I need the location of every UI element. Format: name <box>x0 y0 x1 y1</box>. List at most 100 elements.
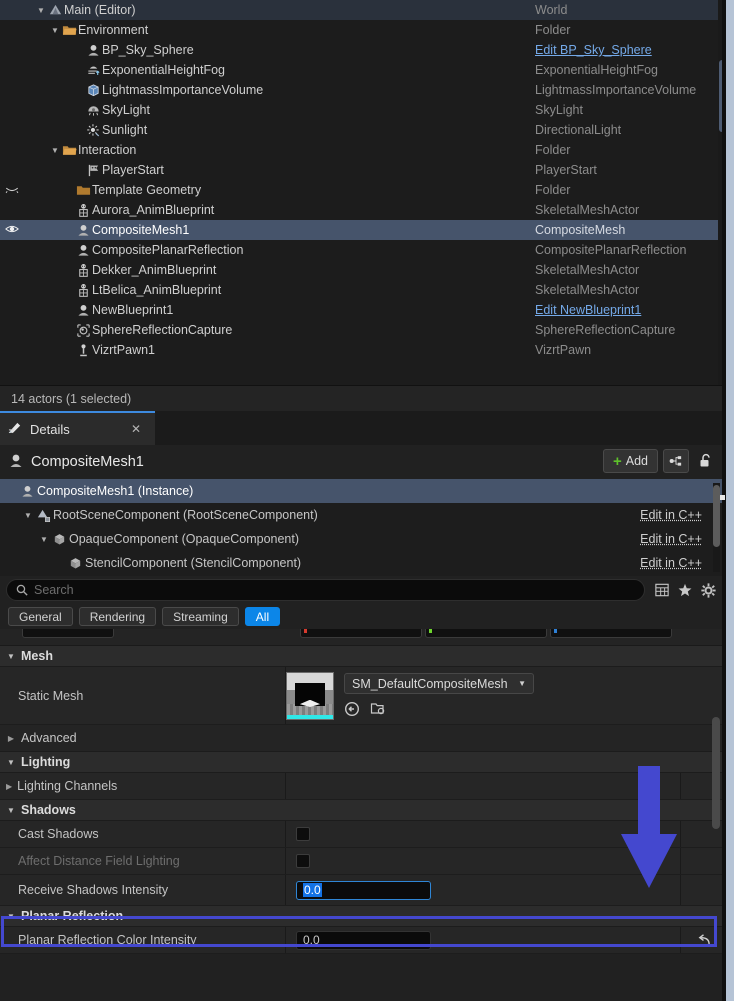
outliner-row[interactable]: CompositePlanarReflectionCompositePlanar… <box>0 240 726 260</box>
chevron-down-icon: ▼ <box>6 806 16 815</box>
outliner-row[interactable]: NewBlueprint1Edit NewBlueprint1 <box>0 300 726 320</box>
outliner-row[interactable]: Template GeometryFolder <box>0 180 726 200</box>
outliner-row[interactable]: Aurora_AnimBlueprintSkeletalMeshActor <box>0 200 726 220</box>
clipped-combo-stub[interactable] <box>22 629 114 638</box>
edit-in-cpp-link[interactable]: Edit in C++ <box>640 556 702 570</box>
component-tree-row[interactable]: StencilComponent (StencilComponent)Edit … <box>0 551 726 575</box>
planar-reflection-color-intensity-label: Planar Reflection Color Intensity <box>0 927 285 953</box>
outliner-row[interactable]: SunlightDirectionalLight <box>0 120 726 140</box>
folder-closed-icon <box>76 183 91 198</box>
outliner-row-label: CompositeMesh1 <box>92 223 189 237</box>
edit-in-cpp-link[interactable]: Edit in C++ <box>640 532 702 546</box>
mesh-icon <box>50 532 69 547</box>
settings-gear-icon[interactable] <box>701 583 716 598</box>
eye-open-icon <box>5 222 19 236</box>
playerstart-icon <box>84 163 102 178</box>
blueprint-graph-button[interactable] <box>663 449 689 473</box>
chevron-down-icon[interactable]: ▼ <box>36 6 46 15</box>
static-mesh-thumbnail[interactable] <box>286 672 334 720</box>
filter-tab-general[interactable]: General <box>8 607 73 626</box>
section-header-advanced[interactable]: ▶ Advanced <box>0 725 726 752</box>
planar-reflection-color-intensity-input[interactable]: 0.0 <box>296 931 431 950</box>
outliner-row-label: PlayerStart <box>102 163 164 177</box>
component-tree-scrollbar-thumb[interactable] <box>713 485 720 547</box>
clipped-x-field[interactable] <box>300 629 422 638</box>
receive-shadows-intensity-input[interactable]: 0.0 <box>296 881 431 900</box>
skeletalmesh-icon <box>76 203 91 218</box>
outliner-row[interactable]: SkyLightSkyLight <box>0 100 726 120</box>
outliner-row[interactable]: ▼Main (Editor)World <box>0 0 726 20</box>
filter-tab-rendering[interactable]: Rendering <box>79 607 156 626</box>
affect-distance-field-lighting-checkbox[interactable] <box>296 854 310 868</box>
eye-closed-icon[interactable] <box>2 182 22 199</box>
outliner-row[interactable]: ExponentialHeightFogExponentialHeightFog <box>0 60 726 80</box>
component-tree-label: RootSceneComponent (RootSceneComponent) <box>53 508 318 522</box>
outliner-row-type: ExponentialHeightFog <box>535 60 658 80</box>
chevron-down-icon[interactable]: ▼ <box>38 535 50 544</box>
grid-view-icon[interactable] <box>655 583 669 597</box>
property-list-scrollbar-thumb[interactable] <box>712 717 720 829</box>
eye-open-icon[interactable] <box>2 222 22 239</box>
outliner-row[interactable]: VizrtPawn1VizrtPawn <box>0 340 726 360</box>
close-icon[interactable]: ✕ <box>131 422 141 436</box>
window-edge-marker <box>720 495 725 500</box>
section-header-planar-reflection[interactable]: ▼ Planar Reflection <box>0 906 726 927</box>
static-mesh-dropdown[interactable]: SM_DefaultCompositeMesh ▼ <box>344 673 534 694</box>
outliner-row[interactable]: SphereReflectionCaptureSphereReflectionC… <box>0 320 726 340</box>
component-tree-scrollbar[interactable] <box>713 483 720 572</box>
filter-tab-streaming[interactable]: Streaming <box>162 607 239 626</box>
property-list-scrollbar[interactable] <box>712 629 720 973</box>
filter-tab-all[interactable]: All <box>245 607 280 626</box>
chevron-down-icon[interactable]: ▼ <box>22 511 34 520</box>
actor-icon <box>84 43 102 58</box>
outliner-row-type[interactable]: Edit BP_Sky_Sphere <box>535 40 652 60</box>
section-header-shadows[interactable]: ▼ Shadows <box>0 800 726 821</box>
chevron-down-icon: ▼ <box>6 652 16 661</box>
cast-shadows-checkbox[interactable] <box>296 827 310 841</box>
search-placeholder: Search <box>34 583 74 597</box>
chevron-down-icon[interactable]: ▼ <box>50 146 60 155</box>
outliner-row[interactable]: LtBelica_AnimBlueprint SkeletalMeshActor <box>0 280 726 300</box>
component-tree-label: OpaqueComponent (OpaqueComponent) <box>69 532 299 546</box>
clipped-y-field[interactable] <box>425 629 547 638</box>
outliner-row-type: SkeletalMeshActor <box>535 280 639 300</box>
use-selected-asset-icon[interactable] <box>370 701 386 717</box>
outliner-row-label: LtBelica_AnimBlueprint <box>92 283 221 297</box>
clipped-vector-row <box>0 629 726 646</box>
search-icon <box>16 584 28 596</box>
property-row-lighting-channels[interactable]: ▶ Lighting Channels <box>0 773 726 800</box>
chevron-down-icon: ▼ <box>6 758 16 767</box>
plus-icon: + <box>613 454 622 469</box>
outliner-row[interactable]: CompositeMesh1CompositeMesh <box>0 220 726 240</box>
component-tree-row[interactable]: CompositeMesh1 (Instance) <box>0 479 726 503</box>
outliner-row[interactable]: Dekker_AnimBlueprintSkeletalMeshActor <box>0 260 726 280</box>
section-header-lighting[interactable]: ▼ Lighting <box>0 752 726 773</box>
outliner-row[interactable]: ▼EnvironmentFolder <box>0 20 726 40</box>
add-component-button[interactable]: + Add <box>603 449 658 473</box>
browse-to-asset-icon[interactable] <box>344 701 360 717</box>
outliner-row-type: SkeletalMeshActor <box>535 200 639 220</box>
outliner-row[interactable]: LightmassImportanceVolumeLightmassImport… <box>0 80 726 100</box>
reset-to-default-icon[interactable] <box>696 933 711 947</box>
component-tree-row[interactable]: ▼ RootSceneComponent (RootSceneComponent)… <box>0 503 726 527</box>
lock-toggle-button[interactable] <box>694 449 718 473</box>
folder-open-icon <box>60 23 78 38</box>
outliner-row[interactable]: BP_Sky_SphereEdit BP_Sky_Sphere <box>0 40 726 60</box>
outliner-row-type[interactable]: Edit NewBlueprint1 <box>535 300 641 320</box>
tab-details[interactable]: Details ✕ <box>0 411 155 445</box>
clipped-z-field[interactable] <box>550 629 672 638</box>
edit-in-cpp-link[interactable]: Edit in C++ <box>640 508 702 522</box>
chevron-down-icon[interactable]: ▼ <box>50 26 60 35</box>
search-input[interactable]: Search <box>6 579 645 601</box>
component-tree-row[interactable]: ▼ OpaqueComponent (OpaqueComponent) Edit i… <box>0 527 726 551</box>
favorites-star-icon[interactable] <box>678 583 692 597</box>
details-panel: Details ✕ CompositeMesh1 + Add <box>0 411 726 1001</box>
outliner-actor-count: 14 actors (1 selected) <box>11 392 131 406</box>
folder-open-icon <box>62 143 77 158</box>
playerstart-icon <box>86 163 101 178</box>
section-header-mesh[interactable]: ▼ Mesh <box>0 646 726 667</box>
outliner-row[interactable]: PlayerStartPlayerStart <box>0 160 726 180</box>
outliner-row[interactable]: ▼InteractionFolder <box>0 140 726 160</box>
outliner-row-label: Interaction <box>78 143 136 157</box>
actor-icon <box>74 303 92 318</box>
